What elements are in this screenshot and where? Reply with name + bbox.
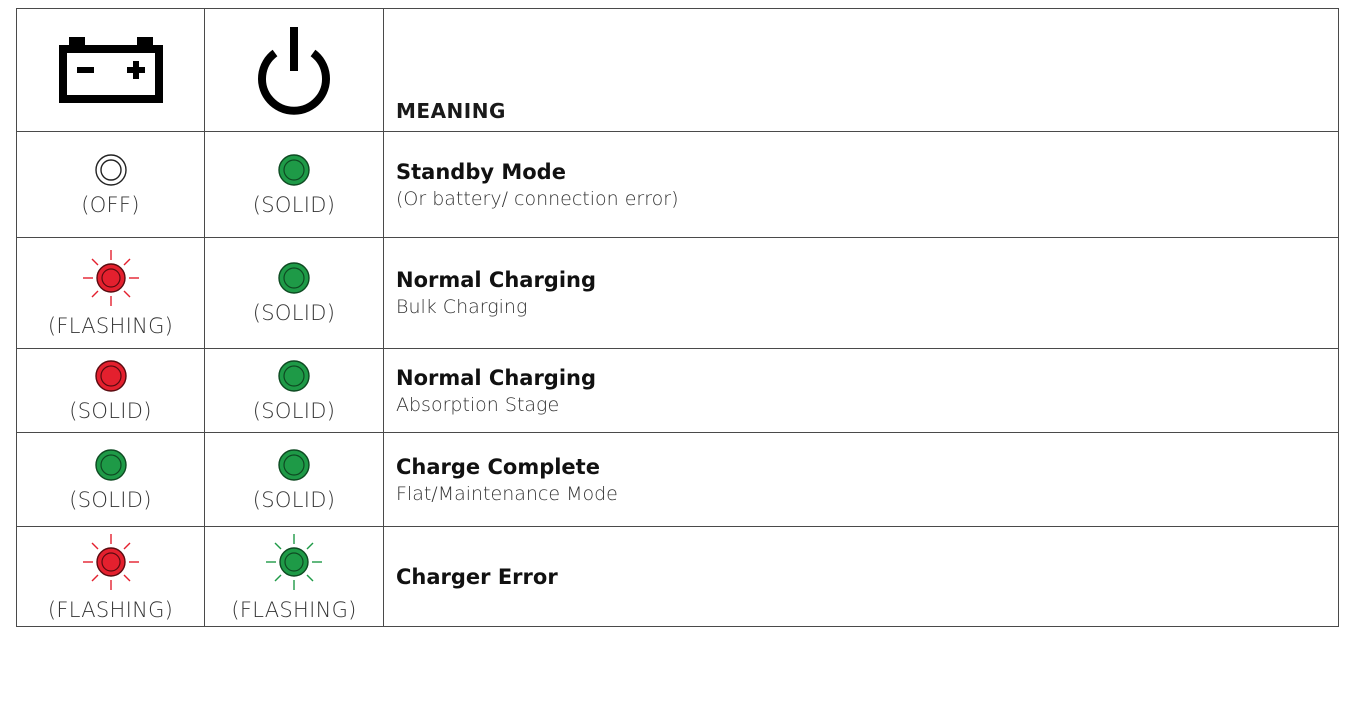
meaning-title: Normal Charging <box>396 365 597 390</box>
battery-indicator-cell: (FLASHING) <box>16 237 205 349</box>
indicator-green-solid-icon <box>17 448 204 486</box>
header-row: MEANING <box>16 8 1339 132</box>
power-state-label: (SOLID) <box>252 487 336 512</box>
meaning-title: Standby Mode <box>396 159 566 184</box>
battery-column-header <box>16 8 205 132</box>
battery-state-label: (SOLID) <box>69 398 152 423</box>
meaning-column-header: MEANING <box>383 8 1339 132</box>
battery-state-label: (SOLID) <box>69 487 152 512</box>
led-status-table: MEANING (OFF) (SOLID) Standby Mode (Or b… <box>16 8 1339 627</box>
battery-icon <box>58 37 163 103</box>
meaning-cell: Charger Error <box>383 526 1339 627</box>
battery-indicator-cell: (SOLID) <box>16 348 205 433</box>
indicator-green-solid-icon <box>205 359 383 397</box>
meaning-title: Normal Charging <box>396 268 597 292</box>
table-row: (SOLID) (SOLID) Charge Complete Flat/Mai… <box>16 432 1339 527</box>
power-indicator-cell: (FLASHING) <box>204 526 384 627</box>
indicator-red-flashing-icon <box>17 248 204 312</box>
meaning-description: Bulk Charging <box>396 296 528 318</box>
meaning-title: Charge Complete <box>396 454 600 479</box>
battery-state-label: (FLASHING) <box>47 597 174 622</box>
indicator-green-solid-icon <box>205 448 383 486</box>
meaning-description: Absorption Stage <box>396 393 560 416</box>
battery-indicator-cell: (FLASHING) <box>16 526 205 627</box>
meaning-description: Flat/Maintenance Mode <box>396 482 618 505</box>
power-icon <box>258 27 330 115</box>
meaning-cell: Charge Complete Flat/Maintenance Mode <box>383 432 1339 527</box>
meaning-cell: Normal Charging Bulk Charging <box>383 237 1339 349</box>
power-state-label: (SOLID) <box>252 301 336 325</box>
table-row: (FLASHING) (FLASHING) Charger Error <box>16 526 1339 627</box>
table-row: (FLASHING) (SOLID) Normal Charging Bulk … <box>16 237 1339 349</box>
power-state-label: (SOLID) <box>252 398 336 423</box>
table-row: (SOLID) (SOLID) Normal Charging Absorpti… <box>16 348 1339 433</box>
indicator-off-icon <box>17 153 204 191</box>
indicator-red-solid-icon <box>17 359 204 397</box>
power-state-label: (SOLID) <box>252 192 336 217</box>
power-state-label: (FLASHING) <box>231 597 357 622</box>
meaning-cell: Standby Mode (Or battery/ connection err… <box>383 131 1339 238</box>
battery-state-label: (FLASHING) <box>47 314 174 338</box>
table-row: (OFF) (SOLID) Standby Mode (Or battery/ … <box>16 131 1339 238</box>
power-indicator-cell: (SOLID) <box>204 237 384 349</box>
power-indicator-cell: (SOLID) <box>204 131 384 238</box>
indicator-red-flashing-icon <box>17 532 204 596</box>
meaning-header-label: MEANING <box>396 99 506 123</box>
indicator-green-solid-icon <box>205 261 383 299</box>
meaning-cell: Normal Charging Absorption Stage <box>383 348 1339 433</box>
meaning-title: Charger Error <box>396 564 558 589</box>
power-indicator-cell: (SOLID) <box>204 348 384 433</box>
power-column-header <box>204 8 384 132</box>
battery-indicator-cell: (SOLID) <box>16 432 205 527</box>
indicator-green-solid-icon <box>205 153 383 191</box>
indicator-green-flashing-icon <box>205 532 383 596</box>
battery-state-label: (OFF) <box>81 192 140 217</box>
battery-indicator-cell: (OFF) <box>16 131 205 238</box>
power-indicator-cell: (SOLID) <box>204 432 384 527</box>
meaning-description: (Or battery/ connection error) <box>396 187 679 210</box>
